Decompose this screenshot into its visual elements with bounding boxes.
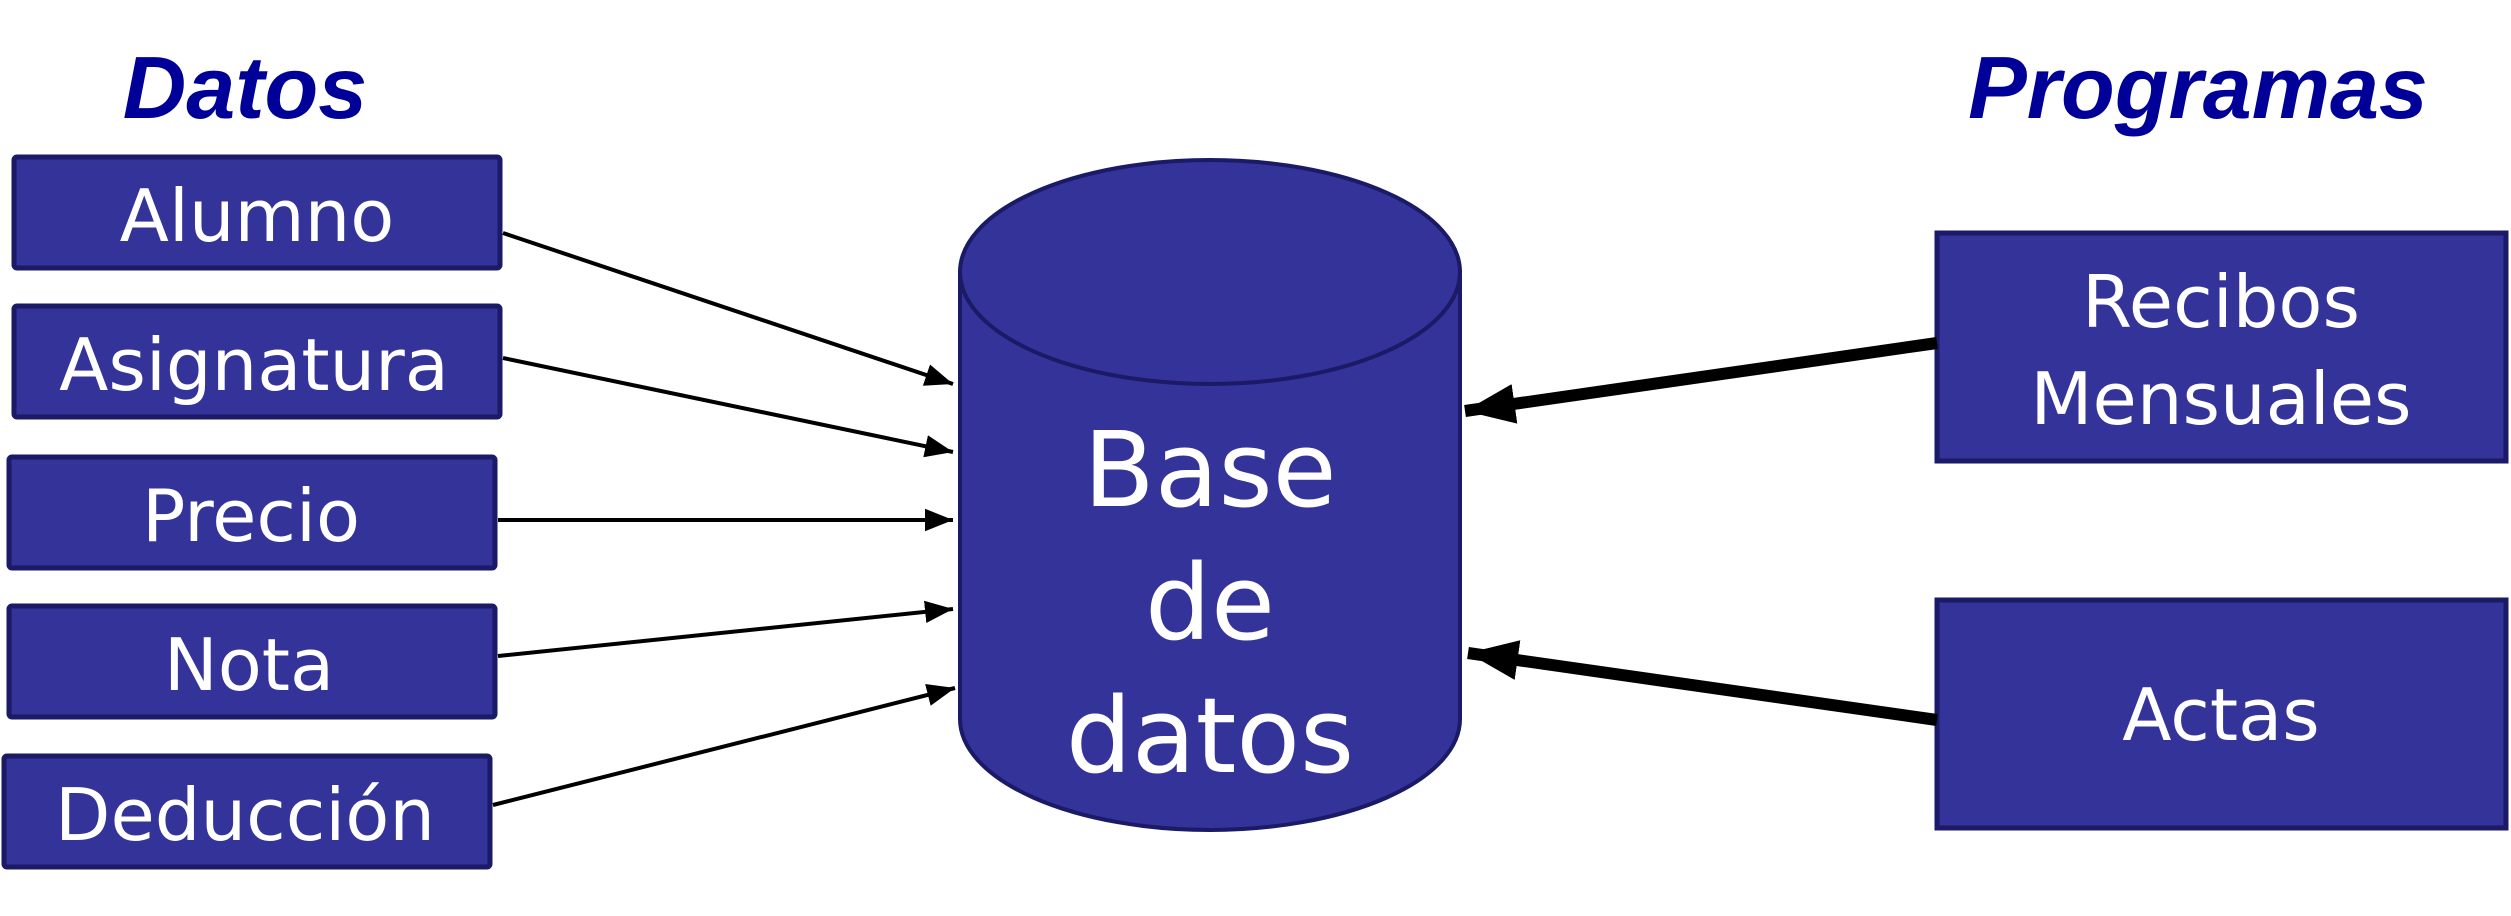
database-label-line3: datos [1066, 675, 1354, 797]
data-box-precio: Precio [6, 454, 498, 571]
diagram-canvas: Datos Programas Alumno Asignatura Precio… [0, 0, 2511, 916]
data-box-alumno: Alumno [11, 154, 503, 271]
data-box-label: Precio [142, 474, 360, 558]
data-box-nota: Nota [6, 603, 498, 720]
database-label-line1: Base [1083, 409, 1336, 531]
data-box-label: Deducción [55, 773, 435, 857]
database-cylinder: Base de datos [958, 158, 1462, 832]
data-box-label: Alumno [120, 174, 395, 258]
arrow-alumno [502, 231, 954, 386]
arrow-asignatura [502, 356, 954, 458]
arrow-recibos [1464, 337, 1938, 424]
heading-datos: Datos [123, 38, 368, 137]
arrow-actas [1467, 640, 1938, 726]
program-box-recibos: Recibos Mensuales [1934, 230, 2509, 464]
arrow-nota [497, 600, 954, 658]
diagram-svg: Datos Programas Alumno Asignatura Precio… [1, 38, 2509, 870]
data-box-label: Asignatura [59, 323, 449, 407]
program-box-actas: Actas [1934, 597, 2509, 831]
program-box-label-line1: Actas [2122, 673, 2319, 757]
data-box-label: Nota [164, 623, 334, 707]
program-box-label-line1: Recibos [2082, 260, 2360, 344]
arrow-deduccion [492, 684, 956, 807]
data-box-deduccion: Deducción [1, 753, 493, 870]
database-label-line2: de [1145, 542, 1275, 664]
heading-programas: Programas [1968, 38, 2428, 137]
data-box-asignatura: Asignatura [11, 303, 503, 420]
program-box-label-line2: Mensuales [2030, 357, 2411, 441]
